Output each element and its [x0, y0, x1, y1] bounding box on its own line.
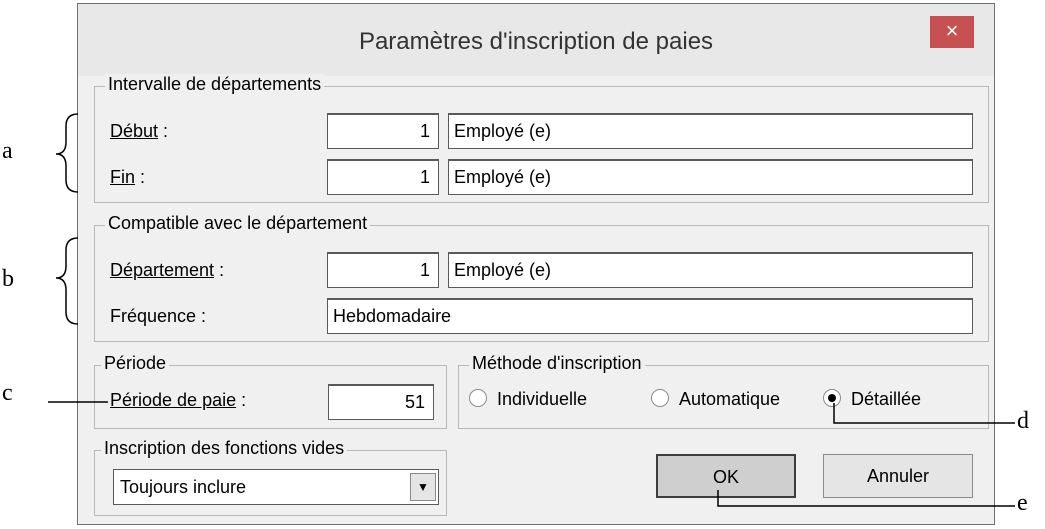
brace-b: [55, 237, 79, 325]
leader-d: [833, 403, 1015, 424]
leader-e: [717, 490, 1015, 507]
annotation-lines: [48, 113, 1015, 507]
brace-a: [55, 113, 79, 193]
